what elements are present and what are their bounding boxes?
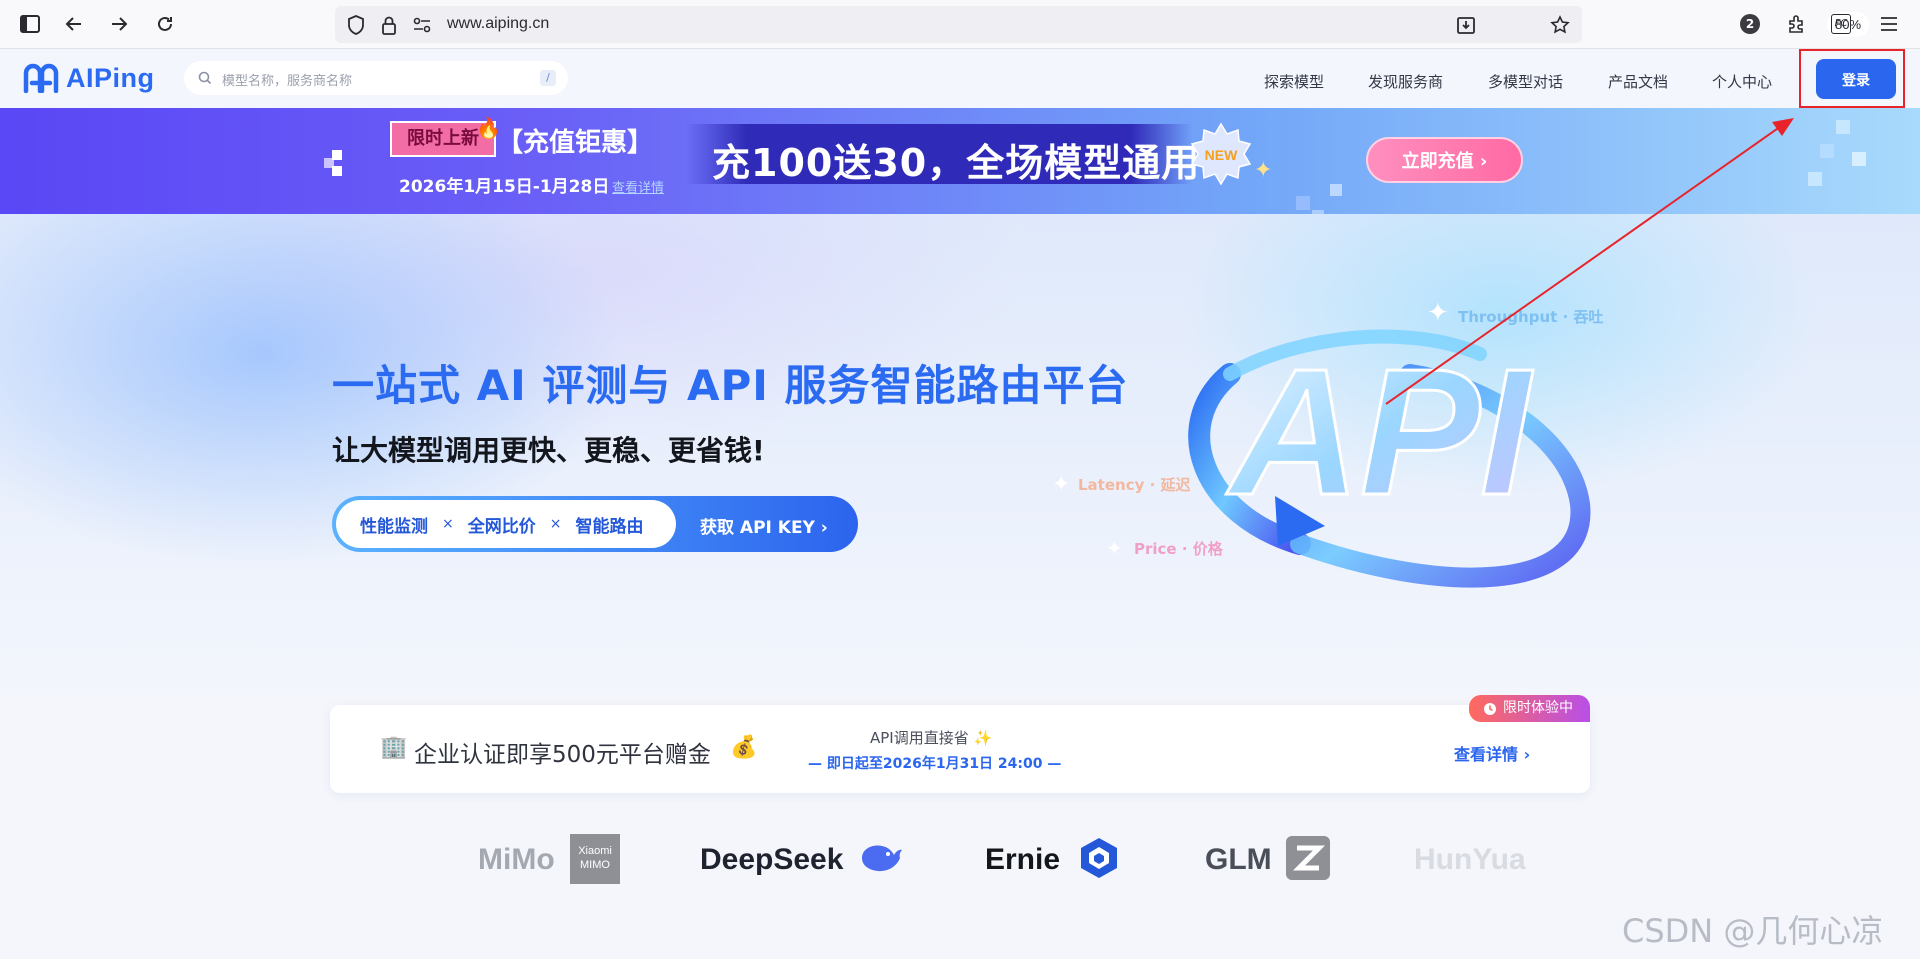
model-glm-name[interactable]: GLM — [1205, 843, 1272, 877]
address-bar[interactable]: www.aiping.cn 80% — [335, 6, 1869, 43]
xiaomi-mimo-logo: Xiaomi MIMO — [570, 834, 620, 884]
new-badge-text: NEW — [1205, 147, 1238, 163]
model-hunyuan-name[interactable]: HunYua — [1414, 843, 1526, 877]
login-button[interactable]: 登录 — [1816, 59, 1896, 99]
search-shortcut-hint: / — [540, 70, 556, 86]
pixel-decoration — [1330, 184, 1342, 196]
site-permissions-icon[interactable] — [409, 12, 435, 38]
url-text[interactable]: www.aiping.cn — [447, 15, 549, 33]
feature-list: 性能监测 × 全网比价 × 智能路由 — [336, 500, 676, 548]
annotation-arrow — [1385, 118, 1794, 405]
enterprise-promo-card[interactable]: 🏢 企业认证即享500元平台赠金 💰 API调用直接省 ✨ — 即日起至2026… — [330, 695, 1590, 793]
nav-personal-center[interactable]: 个人中心 — [1712, 71, 1772, 92]
pixel-decoration — [1808, 172, 1822, 186]
model-ernie-name[interactable]: Ernie — [985, 843, 1060, 877]
enterprise-offer-text: 企业认证即享500元平台赠金 — [414, 742, 711, 768]
ernie-logo-icon — [1081, 838, 1117, 878]
reload-icon[interactable] — [152, 11, 178, 37]
shield-icon[interactable] — [343, 12, 369, 38]
logo[interactable]: AIPing — [22, 61, 155, 95]
limited-trial-badge: 限时体验中 — [1469, 695, 1590, 722]
pixel-decoration — [1836, 120, 1850, 134]
limited-trial-badge-text: 限时体验中 — [1503, 700, 1573, 716]
hero-subtitle: 让大模型调用更快、更稳、更省钱! — [332, 434, 765, 467]
site-header: AIPing 模型名称，服务商名称 / 探索模型 发现服务商 多模型对话 产品文… — [0, 49, 1920, 108]
hero-title: 一站式 AI 评测与 API 服务智能路由平台 — [332, 361, 1129, 410]
nav-product-docs[interactable]: 产品文档 — [1608, 71, 1668, 92]
aiping-logo-icon — [23, 63, 59, 93]
feature-separator: × — [442, 516, 454, 532]
sparkle-icon: ✦ — [1052, 472, 1071, 497]
promo-detail-link[interactable]: 查看详情 — [612, 177, 664, 196]
promo-title: 【充值钜惠】 — [497, 128, 654, 158]
feature-separator: × — [549, 516, 562, 532]
xiaomi-mimo-logo-top: Xiaomi — [578, 845, 612, 857]
feature-price-comparison: 全网比价 — [467, 516, 536, 537]
menu-icon[interactable] — [1876, 11, 1902, 37]
search-placeholder: 模型名称，服务商名称 — [222, 74, 353, 89]
logo-text: AIPing — [66, 62, 155, 93]
feature-smart-routing: 智能路由 — [575, 516, 644, 537]
browser-toolbar: www.aiping.cn 80% 2 FC — [0, 0, 1920, 49]
search-icon — [198, 71, 212, 85]
xiaomi-mimo-logo-bottom: MIMO — [580, 859, 610, 871]
bookmark-star-icon[interactable] — [1547, 12, 1573, 38]
new-burst-icon: NEW — [1190, 122, 1252, 186]
nav-discover-providers[interactable]: 发现服务商 — [1368, 71, 1443, 92]
get-api-key-button[interactable]: 获取 API KEY › — [700, 513, 828, 538]
download-icon[interactable] — [1453, 12, 1479, 38]
search-input[interactable]: 模型名称，服务商名称 / — [184, 61, 568, 95]
sparkle-icon: ✦ — [1254, 158, 1273, 183]
account-notification-badge[interactable]: 2 — [1740, 14, 1760, 34]
building-icon: 🏢 — [380, 735, 408, 760]
sparkle-icon: ✦ — [1106, 536, 1123, 560]
watermark: CSDN @几何心凉 — [1622, 912, 1884, 950]
sidebar-toggle-icon[interactable] — [17, 11, 43, 37]
pixel-decoration — [1852, 152, 1866, 166]
money-bag-icon: 💰 — [730, 735, 758, 760]
pixel-decoration — [332, 150, 342, 160]
enterprise-detail-link[interactable]: 查看详情 › — [1454, 741, 1530, 765]
feature-pill[interactable]: 性能监测 × 全网比价 × 智能路由 获取 API KEY › — [332, 496, 858, 552]
pixel-decoration — [1296, 196, 1310, 210]
lock-icon[interactable] — [376, 12, 402, 38]
model-deepseek-name[interactable]: DeepSeek — [700, 843, 843, 877]
metric-price: Price · 价格 — [1134, 540, 1223, 558]
extensions-icon[interactable] — [1783, 11, 1809, 37]
offer-deadline: — 即日起至2026年1月31日 24:00 — — [808, 756, 1062, 772]
nav-explore-models[interactable]: 探索模型 — [1264, 71, 1324, 92]
back-icon[interactable] — [61, 11, 87, 37]
forward-icon[interactable] — [106, 11, 132, 37]
pixel-decoration — [332, 166, 342, 176]
pixel-decoration — [1820, 144, 1834, 158]
promo-date: 2026年1月15日-1月28日 — [399, 177, 610, 197]
clock-icon — [1484, 703, 1496, 715]
glm-logo-icon — [1286, 836, 1330, 880]
deepseek-whale-icon — [862, 845, 902, 872]
fc-extension-icon[interactable]: FC — [1828, 11, 1854, 37]
model-mimo-name[interactable]: MiMo — [478, 843, 555, 877]
metric-latency: Latency · 延迟 — [1078, 476, 1191, 494]
promo-slogan: 充100送30，全场模型通用 — [712, 141, 1201, 185]
feature-performance-monitoring: 性能监测 — [360, 516, 428, 537]
fc-extension-label: FC — [1831, 14, 1851, 34]
api-savings-text: API调用直接省 ✨ — [870, 729, 993, 747]
nav-multi-model-chat[interactable]: 多模型对话 — [1488, 71, 1563, 92]
